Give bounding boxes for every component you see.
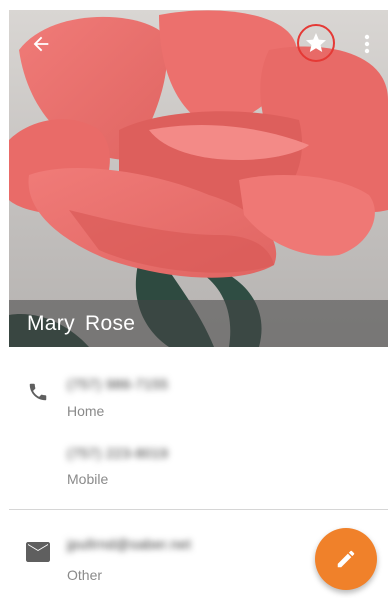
contact-photo-header: Mary Rose [9, 10, 388, 347]
contact-details-screen: Mary Rose (757) 986-7155 Home (757) 223-… [9, 10, 388, 598]
contact-name: Mary Rose [27, 311, 136, 335]
edit-contact-button[interactable] [315, 528, 377, 590]
star-icon [306, 33, 326, 52]
app-bar [9, 10, 388, 78]
back-button[interactable] [25, 28, 57, 60]
arrow-back-icon [33, 36, 49, 52]
email-address: jpullrnd@saber.net [67, 536, 192, 552]
phone-number: (757) 986-7155 [67, 376, 169, 392]
contact-details-list: (757) 986-7155 Home (757) 223-8019 Mobil… [9, 347, 388, 598]
edit-pencil-icon [337, 550, 355, 568]
section-divider [9, 509, 388, 510]
phone-row-mobile[interactable]: (757) 223-8019 Mobile [9, 437, 388, 487]
phone-icon [25, 379, 51, 405]
more-vert-icon [364, 34, 370, 54]
phone-type-label: Mobile [67, 471, 109, 487]
phone-row-home[interactable]: (757) 986-7155 Home [9, 367, 388, 419]
phone-type-label: Home [67, 403, 105, 419]
favorite-button[interactable] [297, 24, 335, 62]
more-options-button[interactable] [355, 28, 379, 60]
email-type-label: Other [67, 567, 103, 583]
phone-number: (757) 223-8019 [67, 445, 169, 461]
contact-name-bar: Mary Rose [9, 300, 388, 347]
email-icon [25, 539, 51, 565]
